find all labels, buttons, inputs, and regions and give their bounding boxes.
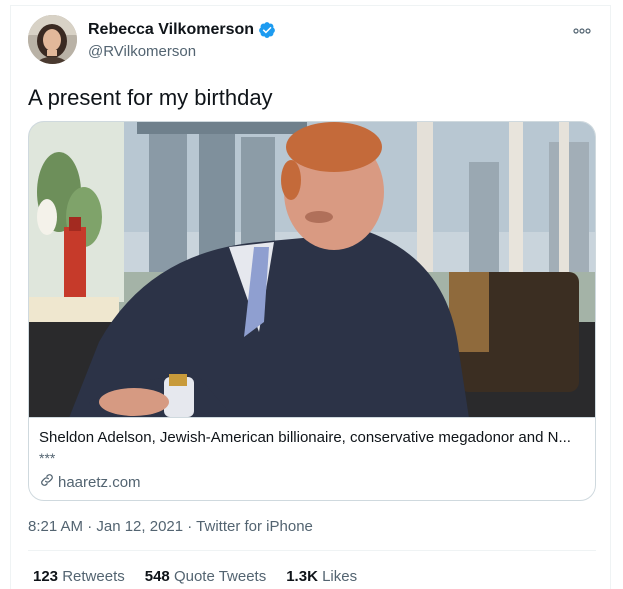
card-title[interactable]: Sheldon Adelson, Jewish-American billion… (39, 429, 587, 446)
quote-tweets-stat[interactable]: 548 Quote Tweets (145, 568, 266, 585)
retweets-stat[interactable]: 123 Retweets (33, 568, 125, 585)
link-icon (39, 472, 55, 492)
quote-tweets-count: 548 (144, 568, 170, 585)
more-options-icon[interactable] (571, 22, 593, 40)
tweet-timestamp[interactable]: 8:21 AM · Jan 12, 2021 (28, 518, 183, 535)
link-preview-card[interactable]: Sheldon Adelson, Jewish-American billion… (28, 121, 596, 501)
verified-badge-icon (258, 21, 276, 39)
author-handle[interactable]: @RVilkomerson (88, 43, 196, 60)
likes-stat[interactable]: 1.3K Likes (286, 568, 357, 585)
tweet-source[interactable]: Twitter for iPhone (196, 518, 313, 535)
tweet-meta: 8:21 AM · Jan 12, 2021 · Twitter for iPh… (28, 518, 313, 535)
author-display-name[interactable]: Rebecca Vilkomerson (88, 21, 254, 39)
likes-label: Likes (322, 568, 358, 585)
card-domain-text: haaretz.com (58, 473, 141, 491)
divider (28, 550, 596, 551)
avatar-photo (28, 15, 77, 64)
retweets-count: 123 (33, 568, 59, 585)
retweets-label: Retweets (62, 568, 125, 585)
card-image (29, 122, 595, 418)
likes-count: 1.3K (286, 568, 318, 585)
card-domain[interactable]: haaretz.com (39, 472, 141, 492)
author-avatar[interactable] (28, 15, 77, 64)
card-description: *** (39, 450, 56, 466)
tweet-stats: 123 Retweets 548 Quote Tweets 1.3K Likes (33, 568, 357, 585)
tweet-text: A present for my birthday (28, 85, 273, 110)
meta-separator: · (183, 518, 197, 535)
quote-tweets-label: Quote Tweets (173, 568, 267, 585)
